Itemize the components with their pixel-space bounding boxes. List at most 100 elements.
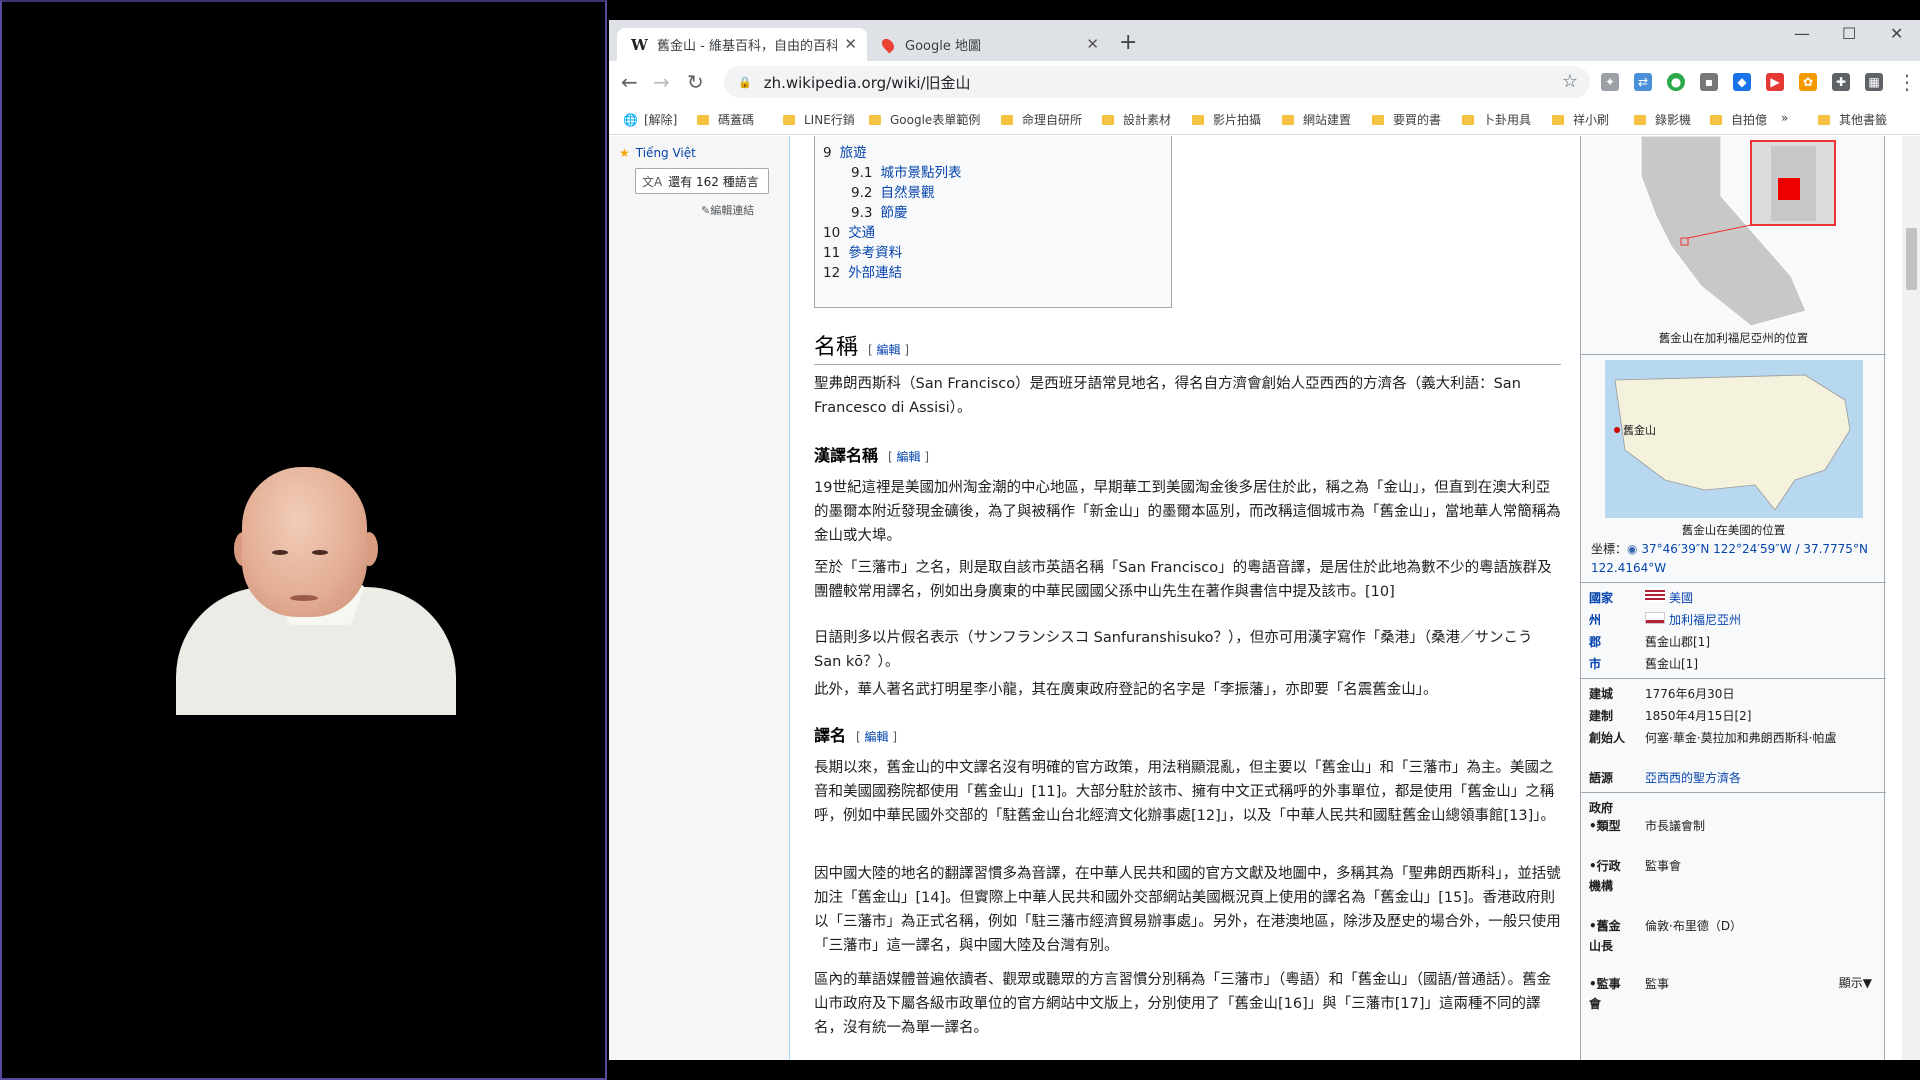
bookmark-item[interactable]: 自拍億 [1710, 111, 1767, 128]
extension-icon[interactable]: ▦ [1865, 73, 1883, 91]
puzzle-icon[interactable]: ✚ [1832, 73, 1850, 91]
california-map[interactable] [1601, 136, 1851, 326]
folder-icon [1634, 114, 1646, 125]
tab-google-maps[interactable]: Google 地圖 ✕ [869, 28, 1109, 61]
extension-icon[interactable]: ▪ [1700, 73, 1718, 91]
page-scrollbar[interactable] [1902, 136, 1920, 1060]
language-link[interactable]: ★ Tiếng Việt [619, 146, 696, 160]
paragraph: 長期以來，舊金山的中文譯名沒有明確的官方政策，用法稍顯混亂，但主要以「舊金山」和… [814, 760, 1556, 824]
extension-icon[interactable]: ▶ [1766, 73, 1784, 91]
map-marker-label: 舊金山 [1623, 424, 1656, 437]
folder-icon [1818, 114, 1830, 125]
tab-title: 舊金山 - 維基百科，自由的百科全書 [657, 39, 837, 54]
paragraph: 19世紀這裡是美國加州淘金潮的中心地區，早期華工到美國淘金後多居住於此，稱之為「… [814, 480, 1561, 544]
address-bar[interactable]: 🔒 zh.wikipedia.org/wiki/旧金山 ☆ [724, 66, 1590, 98]
edit-link[interactable]: [ 編輯 ] [868, 343, 909, 357]
paragraph: 區內的華語媒體普遍依讀者、觀眾或聽眾的方言習慣分別稱為「三藩市」（粵語）和「舊金… [814, 972, 1552, 1036]
globe-icon: ◉ [1627, 542, 1638, 556]
wiki-page: ★ Tiếng Việt 文A 還有 162 種語言 ✎編輯連結 9 旅遊 9.1 城市… [609, 136, 1902, 1060]
map-caption: 舊金山在美國的位置 [1681, 523, 1786, 537]
map-caption: 舊金山在加利福尼亞州的位置 [1658, 331, 1809, 345]
maximize-button[interactable]: ☐ [1842, 24, 1856, 43]
extension-icon[interactable]: ✦ [1601, 73, 1619, 91]
bookmark-item[interactable]: Google表單範例 [869, 111, 980, 128]
reload-icon[interactable]: ↻ [687, 70, 704, 94]
bookmark-item[interactable]: 設計素材 [1102, 111, 1171, 128]
scrollbar-thumb[interactable] [1906, 228, 1917, 290]
paragraph: 至於「三藩市」之名，則是取自該市英語名稱「San Francisco」的粵語音譯… [814, 560, 1552, 600]
screen: W 舊金山 - 維基百科，自由的百科全書 ✕ Google 地圖 ✕ + — ☐… [0, 0, 1920, 1080]
tab-close-icon[interactable]: ✕ [844, 35, 857, 53]
menu-icon[interactable]: ⋮ [1897, 70, 1917, 94]
lock-icon: 🔒 [738, 75, 752, 89]
star-icon: ★ [619, 146, 630, 160]
bookmark-item[interactable]: 命理自研所 [1001, 111, 1082, 128]
toc-item[interactable]: 10 交通 [823, 221, 875, 241]
bookmark-item[interactable]: 錄影機 [1634, 111, 1691, 128]
paragraph: 日語則多以片假名表示（サンフランシスコ Sanfuranshisuko？），但亦… [814, 630, 1533, 670]
heading-rule [814, 364, 1561, 365]
bookmark-item[interactable]: 要買的書 [1372, 111, 1441, 128]
bookmark-item[interactable]: 網站建置 [1282, 111, 1351, 128]
tab-wikipedia[interactable]: W 舊金山 - 維基百科，自由的百科全書 ✕ [617, 28, 867, 61]
folder-icon [1282, 114, 1294, 125]
table-of-contents: 9 旅遊 9.1 城市景點列表 9.2 自然景觀 9.3 節慶 10 交通 11 參考資料 … [814, 136, 1172, 308]
other-bookmarks[interactable]: 其他書籤 [1818, 111, 1887, 128]
usa-map[interactable] [1605, 360, 1863, 518]
wiki-content: 9 旅遊 9.1 城市景點列表 9.2 自然景觀 9.3 節慶 10 交通 11 參考資料 … [789, 136, 1902, 1060]
bookmark-star-icon[interactable]: ☆ [1562, 71, 1578, 92]
folder-icon [1462, 114, 1474, 125]
bookmarks-overflow-button[interactable]: » [1781, 111, 1788, 125]
infobox-divider [1581, 678, 1886, 679]
shield-icon[interactable]: ◆ [1733, 73, 1751, 91]
edit-link[interactable]: [ 編輯 ] [856, 730, 897, 744]
toc-item[interactable]: 12 外部連結 [823, 261, 902, 281]
more-languages-button[interactable]: 文A 還有 162 種語言 [635, 168, 769, 194]
bookmark-item[interactable]: LINE行銷 [783, 111, 855, 128]
bookmark-item[interactable]: 影片拍攝 [1192, 111, 1261, 128]
tab-close-icon[interactable]: ✕ [1086, 35, 1099, 53]
section-heading: 譯名[ 編輯 ] [814, 726, 898, 745]
section-heading: 名稱[ 編輯 ] [814, 335, 910, 360]
toc-item[interactable]: 9 旅遊 [823, 141, 867, 161]
folder-icon [1710, 114, 1722, 125]
toc-item[interactable]: 9.1 城市景點列表 [851, 161, 961, 181]
bookmark-item[interactable]: 🌐 [解除] [623, 111, 677, 128]
evernote-icon[interactable]: ● [1667, 73, 1685, 91]
toc-item[interactable]: 9.3 節慶 [851, 201, 907, 221]
wiki-sidebar: ★ Tiếng Việt 文A 還有 162 種語言 ✎編輯連結 [609, 136, 789, 1060]
folder-icon [1102, 114, 1114, 125]
translate-icon: 文A [642, 174, 663, 189]
tab-strip: W 舊金山 - 維基百科，自由的百科全書 ✕ Google 地圖 ✕ + — ☐… [609, 20, 1920, 61]
webcam-panel [0, 0, 607, 1080]
edit-links-link[interactable]: ✎編輯連結 [701, 202, 754, 218]
maps-pin-icon [879, 36, 897, 53]
back-icon[interactable]: ← [621, 70, 638, 94]
paragraph: 因中國大陸的地名的翻譯習慣多為音譯，在中華人民共和國的官方文獻及地圖中，多稱其為… [814, 866, 1561, 954]
extension-icon[interactable]: ⇄ [1634, 73, 1652, 91]
show-toggle[interactable]: 顯示▼ [1839, 974, 1872, 991]
tab-title: Google 地圖 [905, 39, 981, 54]
bookmark-item[interactable]: 卜卦用具 [1462, 111, 1531, 128]
forward-icon[interactable]: → [653, 70, 670, 94]
pencil-icon: ✎ [701, 204, 711, 217]
new-tab-button[interactable]: + [1119, 30, 1137, 55]
us-flag-icon [1645, 590, 1665, 602]
folder-icon [1552, 114, 1564, 125]
close-window-button[interactable]: ✕ [1890, 24, 1903, 43]
minimize-button[interactable]: — [1794, 24, 1810, 43]
infobox-divider [1581, 792, 1886, 793]
globe-icon: 🌐 [623, 112, 638, 127]
extension-icon[interactable]: ✿ [1799, 73, 1817, 91]
california-flag-icon [1645, 612, 1665, 624]
toc-item[interactable]: 9.2 自然景觀 [851, 181, 934, 201]
folder-icon [697, 114, 709, 125]
presenter [172, 467, 457, 715]
folder-icon [1192, 114, 1204, 125]
folder-icon [1001, 114, 1013, 125]
bookmark-item[interactable]: 祥小刷 [1552, 111, 1609, 128]
browser-window: W 舊金山 - 維基百科，自由的百科全書 ✕ Google 地圖 ✕ + — ☐… [609, 20, 1920, 1060]
bookmark-item[interactable]: 碼蓋碼 [697, 111, 754, 128]
toc-item[interactable]: 11 參考資料 [823, 241, 902, 261]
edit-link[interactable]: [ 編輯 ] [888, 450, 929, 464]
